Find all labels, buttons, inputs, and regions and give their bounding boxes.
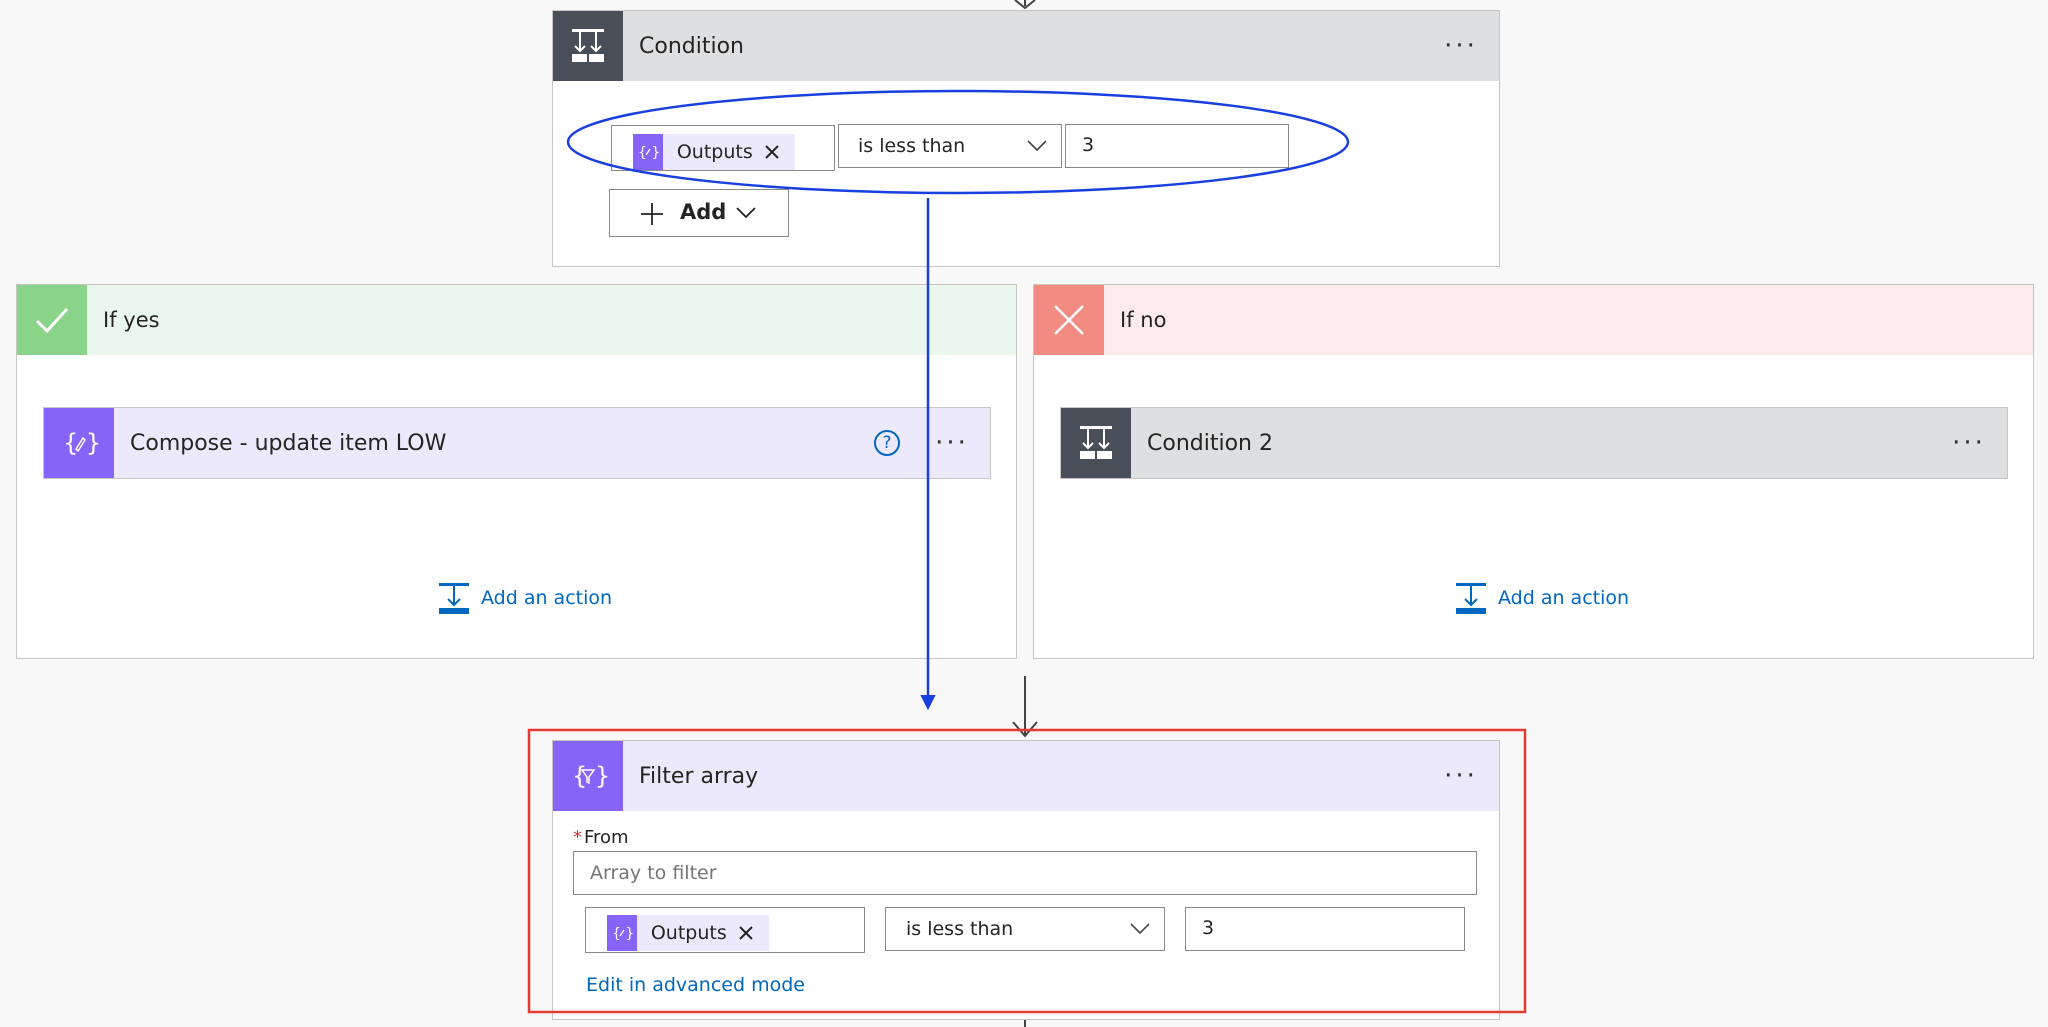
condition-outputs-token[interactable]: { } Outputs <box>633 134 795 170</box>
compose-icon: { } <box>44 408 114 478</box>
condition-2-card[interactable]: Condition 2 ··· <box>1060 407 2008 479</box>
filter-value-input[interactable]: 3 <box>1185 907 1465 951</box>
check-icon <box>17 285 87 355</box>
condition-2-title: Condition 2 <box>1147 430 1273 456</box>
compose-action-title: Compose - update item LOW <box>130 430 447 456</box>
edit-advanced-mode-link[interactable]: Edit in advanced mode <box>586 974 805 996</box>
close-icon[interactable] <box>737 922 755 944</box>
if-no-add-action-label: Add an action <box>1498 587 1630 609</box>
add-action-icon <box>1456 583 1486 614</box>
from-label-text: From <box>584 827 629 848</box>
compose-token-icon: { } <box>633 134 663 170</box>
add-action-icon <box>439 583 469 614</box>
required-mark: * <box>573 827 582 848</box>
condition-header[interactable]: Condition ··· <box>553 11 1499 81</box>
chevron-down-icon <box>1027 140 1047 152</box>
condition-icon <box>1061 408 1131 478</box>
compose-token-icon: { } <box>607 915 637 951</box>
if-yes-header[interactable]: If yes <box>17 285 1016 355</box>
condition-value-text: 3 <box>1082 134 1095 156</box>
svg-text:{ }: { } <box>612 926 634 942</box>
if-yes-branch: If yes { } Compose - update item LOW ? ·… <box>16 284 1017 659</box>
condition-add-button[interactable]: Add <box>609 189 789 237</box>
filter-value-text: 3 <box>1202 917 1215 939</box>
if-no-header[interactable]: If no <box>1034 285 2033 355</box>
condition-add-label: Add <box>680 200 727 224</box>
if-no-label: If no <box>1120 308 1167 332</box>
chevron-down-icon <box>1130 923 1150 935</box>
condition-card[interactable]: Condition ··· { } Outputs is less than 3… <box>552 10 1500 267</box>
from-input[interactable] <box>573 851 1477 895</box>
filter-token-label: Outputs <box>650 922 727 944</box>
if-yes-add-action-label: Add an action <box>481 587 613 609</box>
condition-icon <box>553 11 623 81</box>
filter-operator-value: is less than <box>906 918 1014 940</box>
condition-title: Condition <box>639 33 744 59</box>
condition-token-label: Outputs <box>676 141 753 163</box>
from-label: * From <box>573 827 629 848</box>
chevron-down-icon <box>736 207 756 219</box>
condition-2-more-button[interactable]: ··· <box>1939 423 1999 463</box>
if-no-add-action[interactable]: Add an action <box>1454 581 1629 615</box>
if-yes-label: If yes <box>103 308 160 332</box>
help-icon[interactable]: ? <box>874 430 900 456</box>
filter-array-title: Filter array <box>639 763 759 789</box>
if-yes-add-action[interactable]: Add an action <box>437 581 612 615</box>
condition-operator-value: is less than <box>858 135 966 157</box>
filter-array-more-button[interactable]: ··· <box>1431 756 1491 796</box>
condition-more-button[interactable]: ··· <box>1431 26 1491 66</box>
compose-more-button[interactable]: ··· <box>922 423 982 463</box>
svg-text:{ }: { } <box>638 145 660 161</box>
filter-operator-dropdown[interactable]: is less than <box>885 907 1165 951</box>
if-no-branch: If no Condition 2 ··· Add an action <box>1033 284 2034 659</box>
condition-value-input[interactable]: 3 <box>1065 124 1289 168</box>
svg-text:{ }: { } <box>63 429 99 457</box>
compose-action-card[interactable]: { } Compose - update item LOW ? ··· <box>43 407 991 479</box>
filter-outputs-token[interactable]: { } Outputs <box>607 915 769 951</box>
filter-array-header[interactable]: { } Filter array ··· <box>553 741 1499 811</box>
filter-array-icon: { } <box>553 741 623 811</box>
filter-array-card[interactable]: { } Filter array ··· *From { } Outputs i… <box>552 740 1500 1020</box>
close-icon[interactable] <box>763 141 781 163</box>
cross-icon <box>1034 285 1104 355</box>
condition-operator-dropdown[interactable]: is less than <box>838 124 1062 168</box>
plus-icon <box>641 203 663 225</box>
